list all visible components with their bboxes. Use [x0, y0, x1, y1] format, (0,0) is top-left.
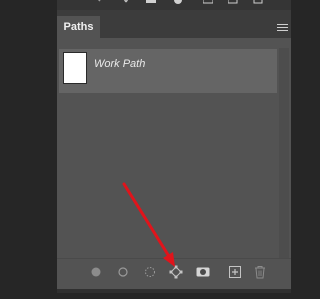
paths-panel: Paths Work Path [57, 10, 291, 293]
panel-menu-icon[interactable] [277, 24, 288, 32]
panel-bottom-edge [57, 289, 291, 293]
path-name[interactable]: Work Path [94, 58, 145, 70]
fill-path-icon[interactable] [89, 265, 103, 279]
tab-paths[interactable]: Paths [57, 16, 100, 38]
delete-path-icon[interactable] [253, 265, 267, 279]
adjustment-icon[interactable] [173, 0, 183, 5]
new-path-icon[interactable] [228, 265, 242, 279]
paths-toolbar [57, 258, 291, 285]
upper-panel-toolbar [57, 0, 291, 10]
make-work-path-icon[interactable] [169, 265, 183, 279]
trash-icon[interactable] [253, 0, 263, 5]
path-row-work-path[interactable]: Work Path [59, 49, 277, 93]
stroke-path-icon[interactable] [116, 265, 130, 279]
mask-icon[interactable] [146, 0, 156, 5]
folder-icon[interactable] [203, 0, 213, 5]
panel-scrollbar[interactable] [279, 48, 289, 259]
add-mask-icon[interactable] [196, 265, 210, 279]
new-layer-icon[interactable] [228, 0, 238, 5]
panel-tab-bar: Paths [57, 10, 291, 38]
fx-icon[interactable] [121, 0, 131, 5]
path-thumbnail [63, 52, 87, 84]
link-icon[interactable] [96, 0, 106, 5]
load-as-selection-icon[interactable] [143, 265, 157, 279]
